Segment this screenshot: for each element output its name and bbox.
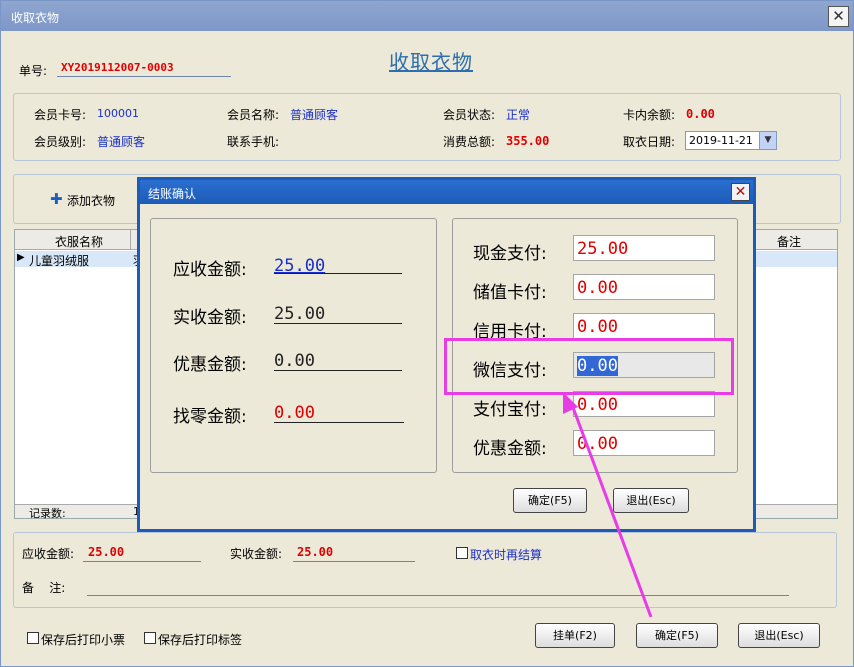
- annotation-arrow-layer: [563, 392, 653, 618]
- annotation-arrow-line: [569, 401, 653, 618]
